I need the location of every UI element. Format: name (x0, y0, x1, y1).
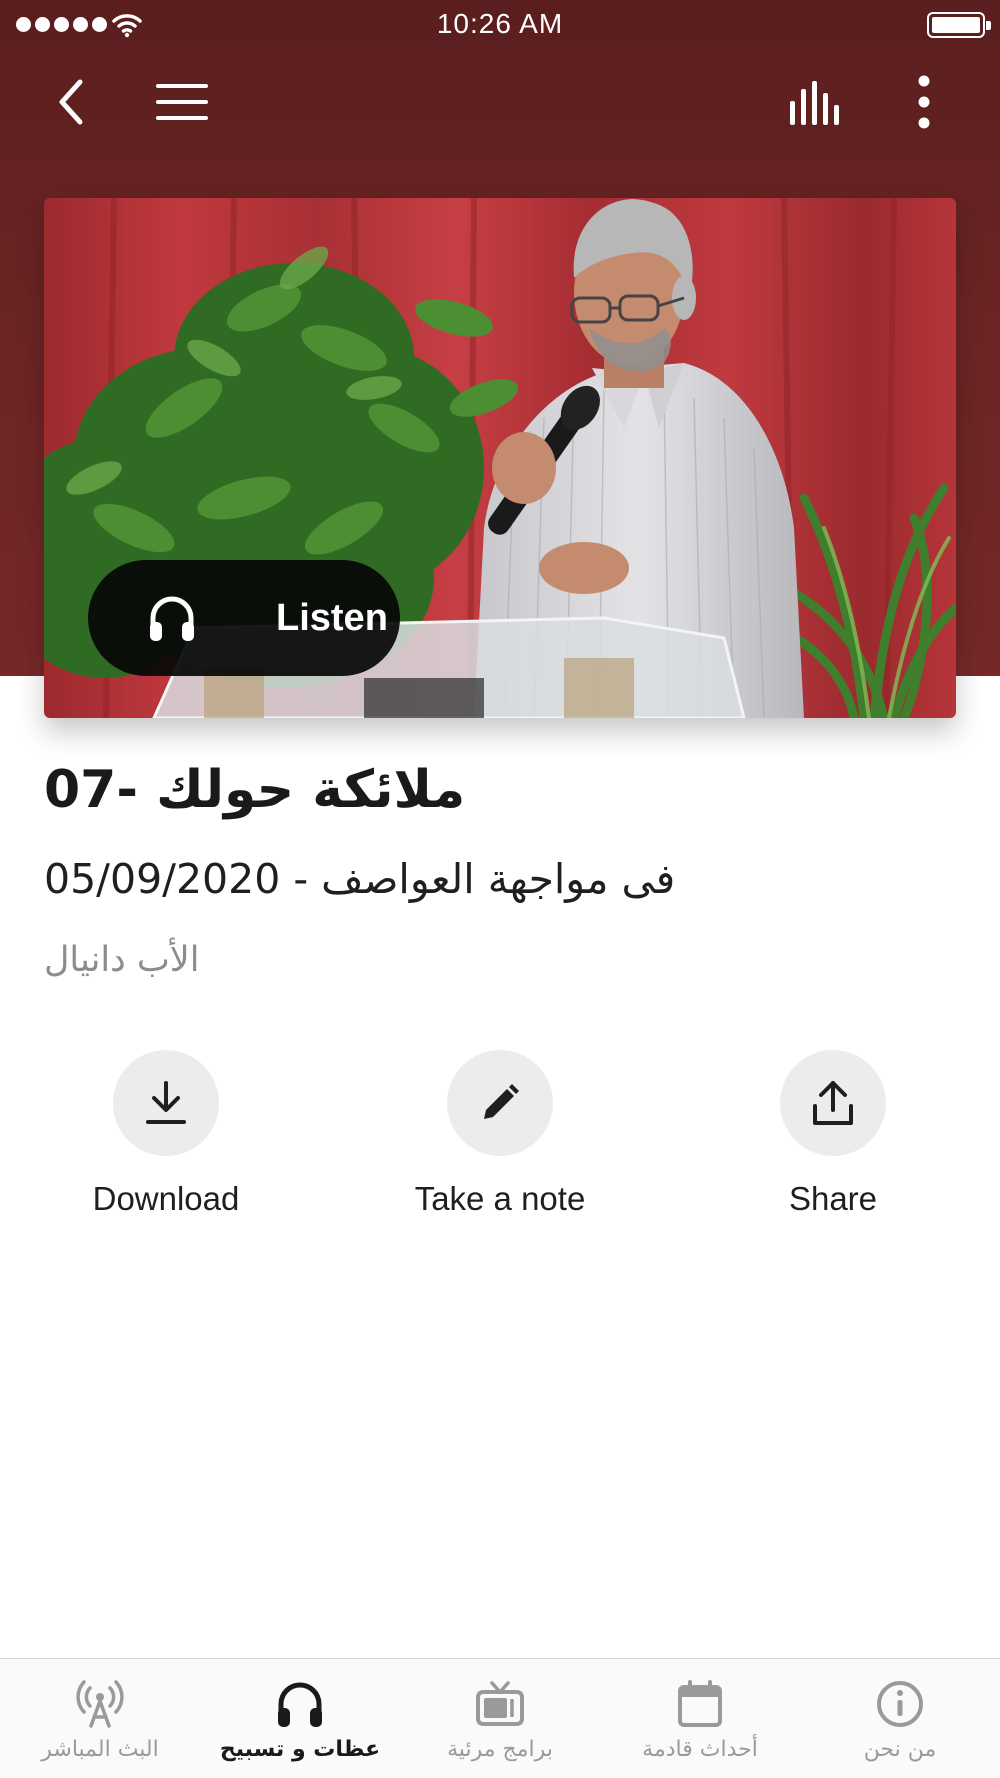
take-note-button[interactable]: Take a note (350, 1050, 650, 1240)
tab-video-programs-label: برامج مرئية (447, 1737, 553, 1762)
more-vertical-icon (918, 75, 930, 129)
sermon-speaker: الأب دانيال (44, 940, 200, 980)
tab-sermons-praise-label: عظات و تسبيح (219, 1737, 381, 1762)
back-button[interactable] (36, 66, 108, 138)
tab-live-broadcast[interactable]: البث المباشر (0, 1659, 200, 1778)
tab-upcoming-events[interactable]: أحداث قادمة (600, 1659, 800, 1778)
download-label: Download (92, 1180, 240, 1217)
broadcast-antenna-icon (76, 1680, 124, 1728)
status-bar: 10:26 AM (0, 0, 1000, 50)
chevron-left-icon (59, 79, 83, 125)
now-playing-button[interactable] (781, 66, 853, 138)
calendar-icon (678, 1680, 722, 1727)
share-label: Share (788, 1180, 878, 1217)
tab-about-us-label: من نحن (863, 1737, 937, 1762)
listen-label: Listen (276, 597, 388, 639)
menu-button[interactable] (146, 66, 218, 138)
bottom-tab-bar: البث المباشر عظات و تسبيح برامج مرئية أح… (0, 1658, 1000, 1778)
tab-video-programs[interactable]: برامج مرئية (400, 1659, 600, 1778)
pencil-icon (484, 1084, 519, 1119)
share-upload-icon (813, 1081, 853, 1125)
more-options-button[interactable] (888, 66, 960, 138)
headphones-icon (150, 596, 194, 641)
share-circle (780, 1050, 886, 1156)
take-note-label: Take a note (414, 1180, 586, 1217)
download-button[interactable]: Download (16, 1050, 316, 1240)
tab-live-broadcast-label: البث المباشر (41, 1737, 159, 1762)
listen-button[interactable]: Listen (88, 560, 400, 676)
take-note-circle (447, 1050, 553, 1156)
equalizer-icon (790, 81, 839, 125)
tab-upcoming-events-label: أحداث قادمة (642, 1737, 758, 1762)
info-icon (877, 1681, 923, 1727)
tab-sermons-praise[interactable]: عظات و تسبيح (200, 1659, 400, 1778)
download-circle (113, 1050, 219, 1156)
tab-about-us[interactable]: من نحن (800, 1659, 1000, 1778)
battery-icon (927, 12, 991, 38)
status-time: 10:26 AM (436, 8, 564, 39)
sermon-title: 07- ملائكة حولك (44, 760, 466, 820)
headphones-icon (278, 1682, 322, 1727)
sermon-series-date: فى مواجهة العواصف - 05/09/2020 (44, 855, 676, 903)
hamburger-menu-icon (156, 84, 208, 120)
share-button[interactable]: Share (683, 1050, 983, 1240)
tv-icon (476, 1681, 524, 1726)
sermon-cover-image: Listen (44, 198, 956, 718)
download-icon (146, 1081, 186, 1124)
